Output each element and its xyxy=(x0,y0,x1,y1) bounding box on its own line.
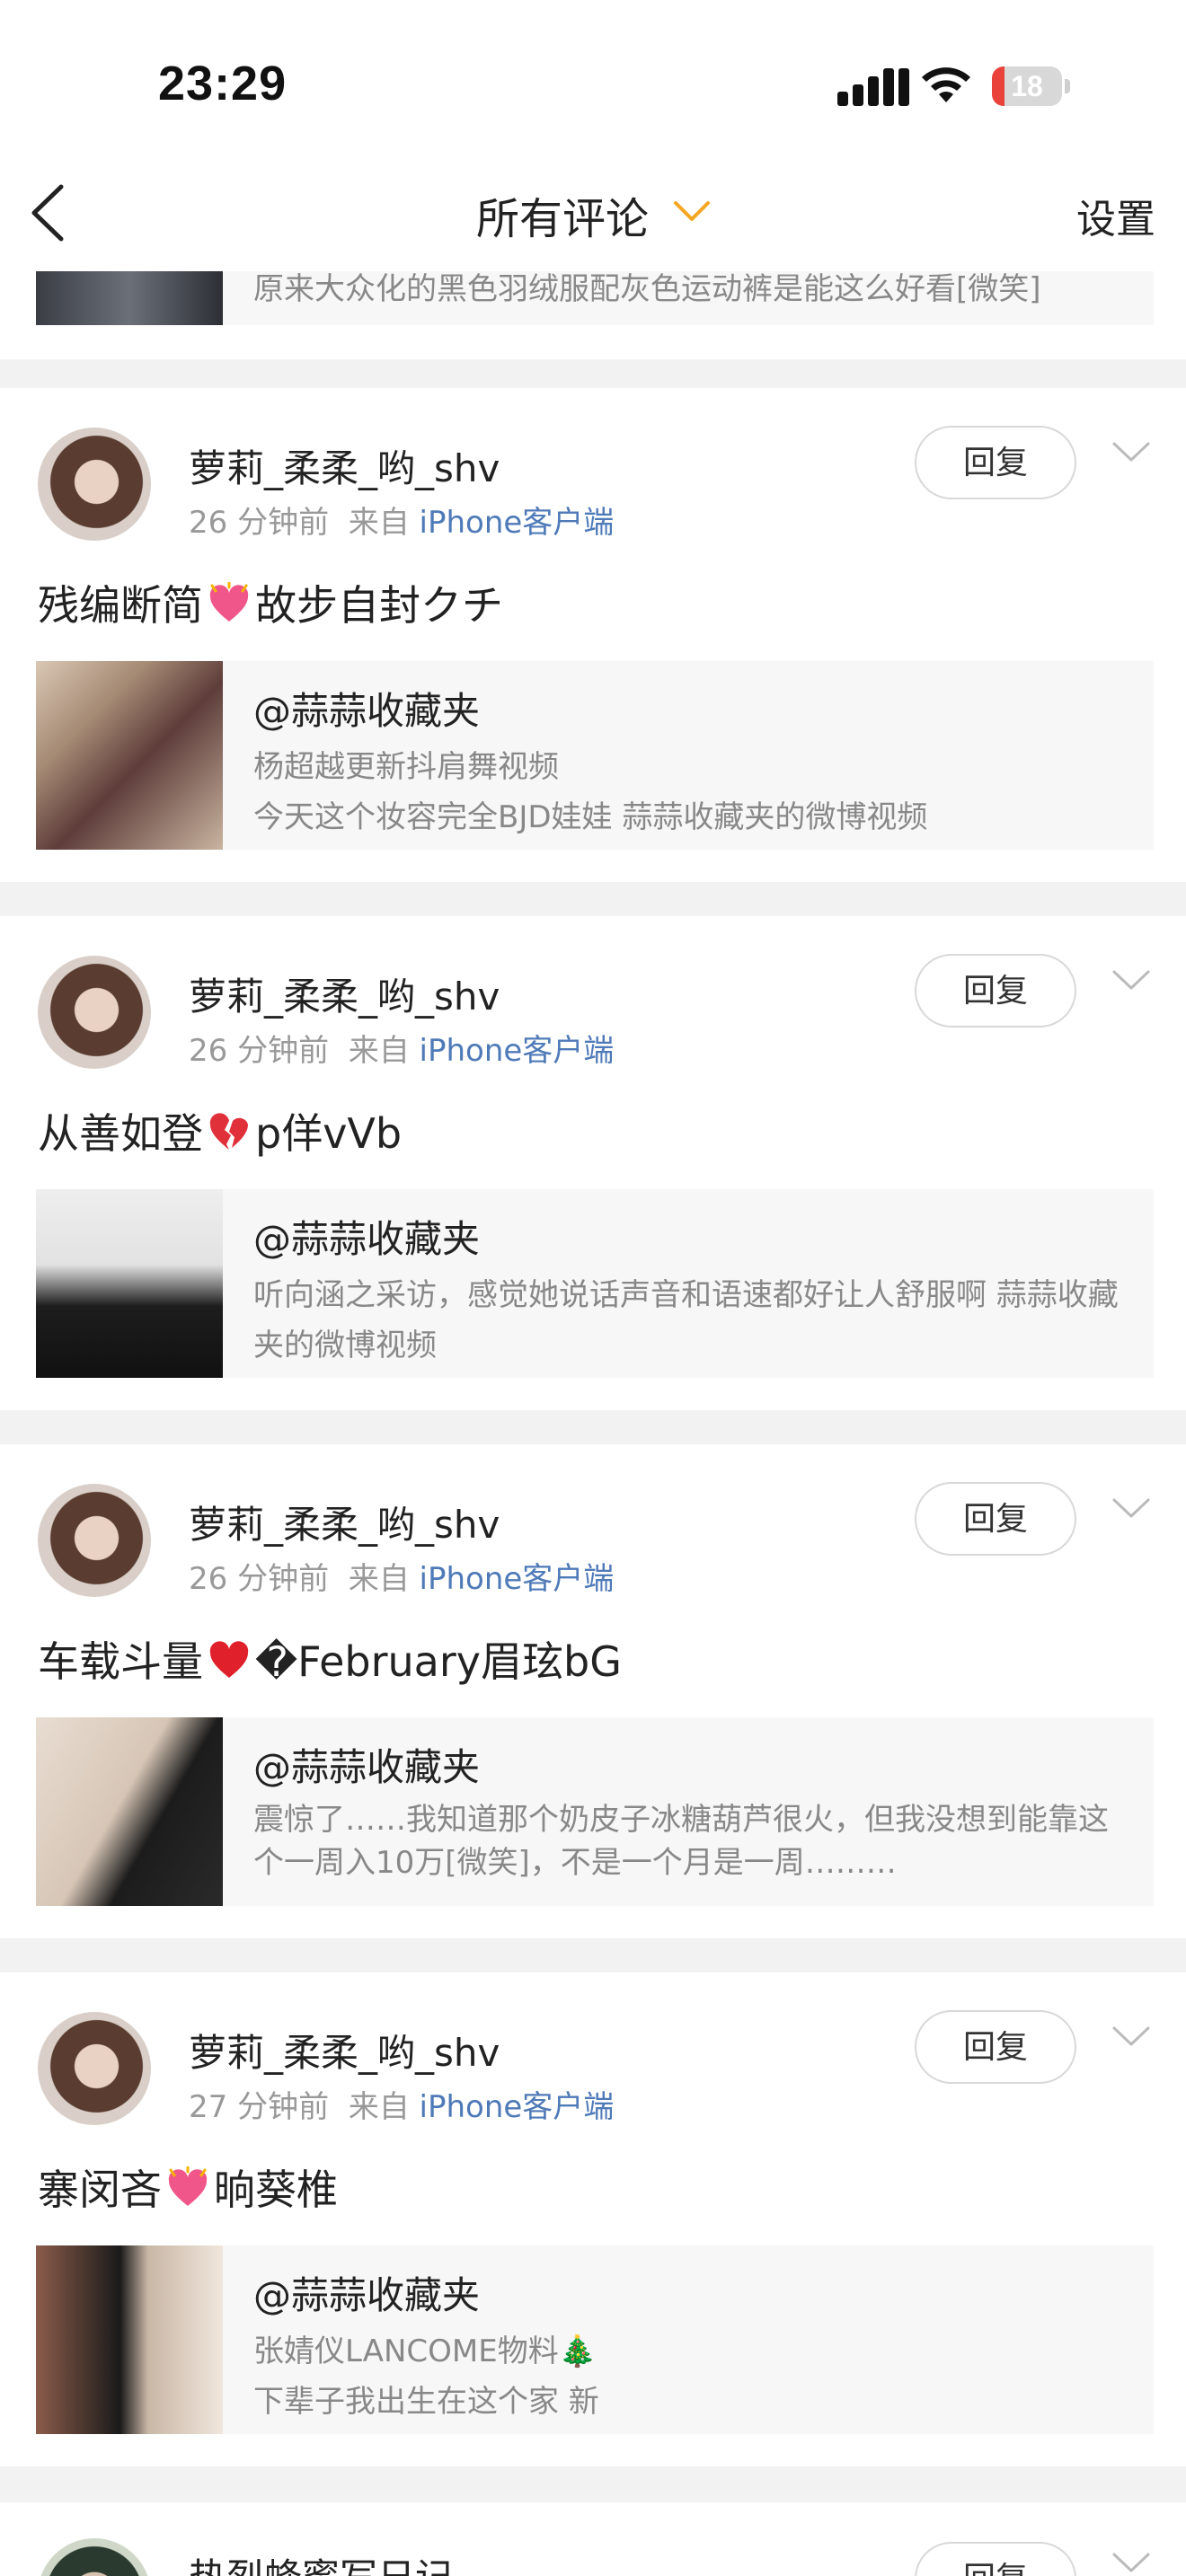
quote-thumbnail[interactable] xyxy=(36,1717,223,1906)
comment-text-part: �February眉玹bG xyxy=(255,1637,622,1686)
page-title[interactable]: 所有评论 xyxy=(476,183,649,246)
username[interactable]: 萝莉_柔柔_哟_shv xyxy=(189,1495,500,1549)
comment-card-partial: 原来大众化的黑色羽绒服配灰色运动裤是能这么好看[微笑] xyxy=(0,271,1186,359)
chevron-down-icon[interactable] xyxy=(1111,438,1152,465)
quote-text: 震惊了……我知道那个奶皮子冰糖葫芦很火，但我没想到能靠这个一周入10万[微笑]，… xyxy=(253,1798,1134,1884)
avatar[interactable] xyxy=(38,1484,151,1597)
comment-text: 残编断简 故步自封クチ xyxy=(38,573,503,632)
comment-source[interactable]: iPhone客户端 xyxy=(420,1561,615,1597)
quote-box[interactable]: @蒜蒜收藏夹 张婧仪LANCOME物料🎄 下辈子我出生在这个家 新 xyxy=(36,2245,1154,2434)
quote-thumbnail[interactable] xyxy=(36,271,223,325)
growing-heart-icon xyxy=(209,582,249,622)
red-heart-icon xyxy=(209,1641,249,1678)
comment-text: 从善如登 p佯vVb xyxy=(38,1101,402,1160)
nav-bar: 所有评论 设置 xyxy=(0,162,1186,272)
quote-author[interactable]: @蒜蒜收藏夹 xyxy=(253,1737,480,1792)
reply-button[interactable]: 回复 xyxy=(915,2010,1076,2084)
comment-card: 萝莉_柔柔_哟_shv 26 分钟前 来自 iPhone客户端 回复 从善如登 p… xyxy=(0,916,1186,1410)
comment-text-part: 寨闵吝 xyxy=(38,2166,162,2214)
avatar[interactable] xyxy=(38,428,151,541)
chevron-down-icon[interactable] xyxy=(1111,2023,1152,2050)
quote-thumbnail[interactable] xyxy=(36,1189,223,1378)
comment-card: 萝莉_柔柔_哟_shv 26 分钟前 来自 iPhone客户端 回复 残编断简 故… xyxy=(0,388,1186,882)
comment-text-part: 从善如登 xyxy=(38,1109,203,1158)
reply-button[interactable]: 回复 xyxy=(915,426,1076,499)
quote-text: 张婧仪LANCOME物料🎄 下辈子我出生在这个家 新 xyxy=(253,2326,1134,2427)
battery-level-text: 18 xyxy=(1011,70,1043,102)
quote-author[interactable]: @蒜蒜收藏夹 xyxy=(253,1209,480,1264)
avatar[interactable] xyxy=(38,2012,151,2125)
comment-time: 27 分钟前 xyxy=(189,2089,330,2125)
quote-thumbnail[interactable] xyxy=(36,2245,223,2434)
quote-line: 杨超越更新抖肩舞视频 xyxy=(253,749,559,785)
comment-source[interactable]: iPhone客户端 xyxy=(420,2089,615,2125)
comment-meta: 26 分钟前 来自 iPhone客户端 xyxy=(189,498,614,542)
chevron-down-icon[interactable] xyxy=(1111,2549,1152,2576)
comment-source[interactable]: iPhone客户端 xyxy=(420,1033,615,1069)
comment-source[interactable]: iPhone客户端 xyxy=(420,505,615,541)
comment-text: 寨闵吝 晌葵椎 xyxy=(38,2157,338,2217)
cellular-signal-icon xyxy=(837,68,909,106)
reply-button[interactable]: 回复 xyxy=(915,1482,1076,1556)
comment-card-partial: 热烈蜂蜜写日记 回复 xyxy=(0,2502,1186,2576)
quote-thumbnail[interactable] xyxy=(36,661,223,850)
quote-author[interactable]: @蒜蒜收藏夹 xyxy=(253,2265,480,2320)
comment-time: 26 分钟前 xyxy=(189,1561,330,1597)
battery-icon: 18 xyxy=(992,66,1071,106)
comment-text-part: 车载斗量 xyxy=(38,1637,203,1686)
wifi-icon xyxy=(922,67,970,102)
chevron-down-icon[interactable] xyxy=(1111,966,1152,993)
settings-button[interactable]: 设置 xyxy=(1076,187,1155,244)
quote-text: 原来大众化的黑色羽绒服配灰色运动裤是能这么好看[微笑] xyxy=(253,271,1041,307)
reply-button[interactable]: 回复 xyxy=(915,2542,1076,2576)
quote-line: 震惊了……我知道那个奶皮子冰糖葫芦很火，但我没想到能靠这个一周入10万[微笑]，… xyxy=(253,1802,1109,1881)
comment-text-part: p佯vVb xyxy=(255,1109,403,1158)
comment-time: 26 分钟前 xyxy=(189,505,330,541)
comment-from: 来自 xyxy=(348,1033,410,1069)
comment-text: 车载斗量 �February眉玹bG xyxy=(38,1629,622,1689)
broken-heart-icon xyxy=(209,1113,248,1150)
username[interactable]: 萝莉_柔柔_哟_shv xyxy=(189,438,500,493)
comment-from: 来自 xyxy=(348,1561,410,1597)
chevron-down-icon[interactable] xyxy=(1111,1495,1152,1522)
status-bar: 23:29 18 xyxy=(0,0,1186,162)
avatar[interactable] xyxy=(38,956,151,1069)
quote-line: 下辈子我出生在这个家 新 xyxy=(253,2384,599,2420)
comment-text-part: 残编断简 xyxy=(38,581,203,630)
quote-author[interactable]: @蒜蒜收藏夹 xyxy=(253,681,480,736)
quote-box[interactable]: @蒜蒜收藏夹 听向涵之采访，感觉她说话声音和语速都好让人舒服啊 蒜蒜收藏夹的微博… xyxy=(36,1189,1154,1378)
growing-heart-icon xyxy=(168,2166,208,2206)
quote-line: 听向涵之采访，感觉她说话声音和语速都好让人舒服啊 蒜蒜收藏夹的微博视频 xyxy=(253,1277,1119,1363)
username[interactable]: 热烈蜂蜜写日记 xyxy=(189,2547,453,2576)
comment-text-part: 晌葵椎 xyxy=(214,2166,338,2214)
username[interactable]: 萝莉_柔柔_哟_shv xyxy=(189,966,500,1021)
comment-time: 26 分钟前 xyxy=(189,1033,330,1069)
comment-from: 来自 xyxy=(348,505,410,541)
back-icon[interactable] xyxy=(22,181,75,244)
quote-text: 杨超越更新抖肩舞视频 今天这个妆容完全BJD娃娃 蒜蒜收藏夹的微博视频 xyxy=(253,742,1134,842)
chevron-down-icon[interactable] xyxy=(672,198,712,225)
quote-text: 听向涵之采访，感觉她说话声音和语速都好让人舒服啊 蒜蒜收藏夹的微博视频 xyxy=(253,1270,1134,1371)
comment-card: 萝莉_柔柔_哟_shv 27 分钟前 来自 iPhone客户端 回复 寨闵吝 晌葵… xyxy=(0,1972,1186,2466)
comment-meta: 27 分钟前 来自 iPhone客户端 xyxy=(189,2082,614,2126)
comment-meta: 26 分钟前 来自 iPhone客户端 xyxy=(189,1554,614,1598)
avatar[interactable] xyxy=(38,2538,151,2576)
quote-line: 张婧仪LANCOME物料🎄 xyxy=(253,2333,597,2369)
quote-box[interactable]: @蒜蒜收藏夹 杨超越更新抖肩舞视频 今天这个妆容完全BJD娃娃 蒜蒜收藏夹的微博… xyxy=(36,661,1154,850)
comment-from: 来自 xyxy=(348,2089,410,2125)
comment-text-part: 故步自封クチ xyxy=(255,581,503,630)
quote-box[interactable]: @蒜蒜收藏夹 震惊了……我知道那个奶皮子冰糖葫芦很火，但我没想到能靠这个一周入1… xyxy=(36,1717,1154,1906)
reply-button[interactable]: 回复 xyxy=(915,954,1076,1028)
username[interactable]: 萝莉_柔柔_哟_shv xyxy=(189,2023,500,2078)
comment-card: 萝莉_柔柔_哟_shv 26 分钟前 来自 iPhone客户端 回复 车载斗量 �… xyxy=(0,1444,1186,1938)
comment-meta: 26 分钟前 来自 iPhone客户端 xyxy=(189,1026,614,1070)
status-time: 23:29 xyxy=(158,57,288,110)
quote-line: 今天这个妆容完全BJD娃娃 蒜蒜收藏夹的微博视频 xyxy=(253,799,928,835)
